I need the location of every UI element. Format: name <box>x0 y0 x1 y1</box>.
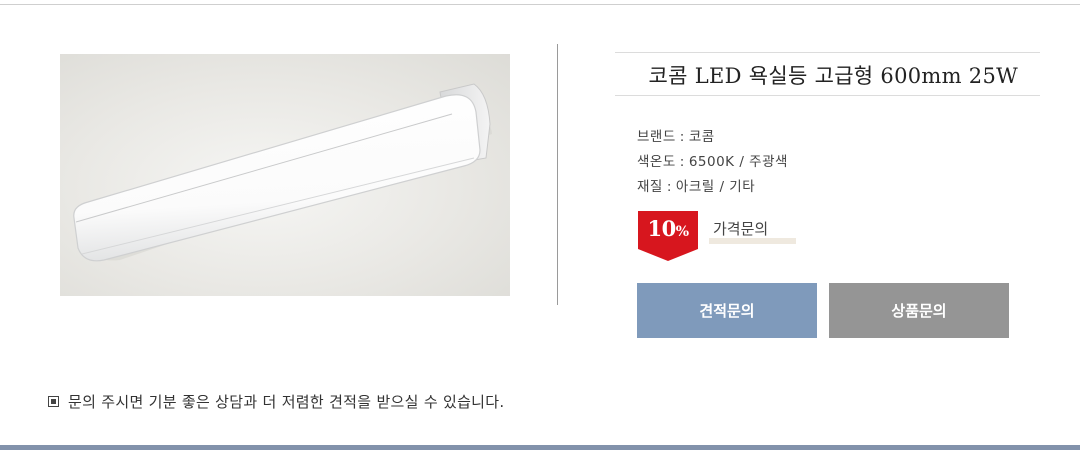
spec-separator: : <box>679 129 685 145</box>
price-inquiry-text: 가격문의 <box>713 220 769 238</box>
title-box: 코콤 LED 욕실등 고급형 600mm 25W <box>615 52 1040 96</box>
spec-color-temperature: 색온도:6500K / 주광색 <box>637 150 788 170</box>
spec-label: 재질 <box>637 179 663 195</box>
discount-percent: 10% <box>638 216 698 241</box>
spec-separator: : <box>679 154 685 170</box>
vertical-divider <box>557 44 558 305</box>
notice-text: 문의 주시면 기분 좋은 상담과 더 저렴한 견적을 받으실 수 있습니다. <box>68 393 505 411</box>
spec-value: 아크릴 / 기타 <box>675 179 756 195</box>
product-title: 코콤 LED 욕실등 고급형 600mm 25W <box>648 64 1018 88</box>
spec-material: 재질: 아크릴 / 기타 <box>637 175 755 195</box>
bottom-bar <box>0 445 1080 450</box>
discount-unit: % <box>675 224 689 240</box>
spec-label: 브랜드 <box>637 129 676 145</box>
product-inquiry-button[interactable]: 상품문의 <box>829 283 1009 338</box>
spec-value: 6500K / 주광색 <box>688 154 788 170</box>
spec-label: 색온도 <box>637 154 676 170</box>
spec-value: 코콤 <box>688 129 715 145</box>
square-bullet-icon <box>48 396 59 407</box>
notice: 문의 주시면 기분 좋은 상담과 더 저렴한 견적을 받으실 수 있습니다. <box>48 391 504 412</box>
spec-brand: 브랜드: 코콤 <box>637 125 715 145</box>
top-divider <box>0 4 1080 5</box>
product-image <box>60 54 510 296</box>
discount-value: 10 <box>647 216 676 241</box>
quote-inquiry-button[interactable]: 견적문의 <box>637 283 817 338</box>
discount-badge: 10% <box>638 211 698 261</box>
spec-separator: : <box>666 179 672 195</box>
led-lamp-illustration <box>73 83 492 262</box>
